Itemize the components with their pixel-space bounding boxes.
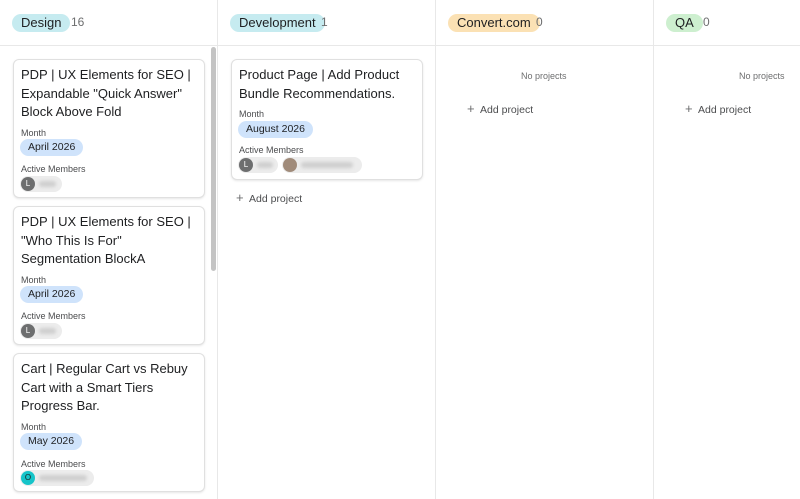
active-members-label: Active Members [239,145,304,155]
member-name-redacted [39,475,87,481]
avatar: L [21,324,35,338]
add-project-button[interactable]: + Add project [685,101,751,116]
column-development: Development 1 Product Page | Add Product… [218,0,436,499]
avatar: L [239,158,253,172]
member-chip[interactable]: L [20,176,62,192]
month-label: Month [21,422,47,432]
project-card[interactable]: PDP | UX Elements for SEO | Expandable "… [13,59,205,198]
board: Design 16 PDP | UX Elements for SEO | Ex… [0,0,800,499]
no-projects-text: No projects [521,71,567,81]
add-project-button[interactable]: + Add project [236,190,302,205]
column-title-convert[interactable]: Convert.com [448,14,540,32]
project-card[interactable]: Product Page | Add Product Bundle Recomm… [231,59,423,180]
member-chip[interactable] [282,157,362,173]
member-name-redacted [39,328,56,334]
member-name-redacted [257,162,273,168]
column-count-design: 16 [71,15,85,29]
active-members: L [238,157,368,173]
month-label: Month [21,128,47,138]
card-title: Product Page | Add Product Bundle Recomm… [239,67,400,101]
project-card[interactable]: Cart | Regular Cart vs Rebuy Cart with a… [13,353,205,492]
member-chip[interactable]: L [238,157,278,173]
avatar-photo [283,158,297,172]
active-members-label: Active Members [21,459,86,469]
month-pill: April 2026 [20,139,84,156]
column-convert: Convert.com 0 No projects + Add project [436,0,654,499]
card-title: Cart | Regular Cart vs Rebuy Cart with a… [21,361,188,413]
add-project-label: Add project [249,193,303,205]
month-label: Month [21,275,47,285]
column-count-qa: 0 [703,15,710,29]
month-pill: May 2026 [20,433,83,450]
add-project-label: Add project [480,104,534,116]
column-count-convert: 0 [536,15,543,29]
member-name-redacted [39,181,56,187]
active-members: L [20,176,70,192]
month-pill: August 2026 [238,121,313,138]
card-title: PDP | UX Elements for SEO | Expandable "… [21,67,191,119]
active-members-label: Active Members [21,164,86,174]
avatar: O [21,471,35,485]
active-members-label: Active Members [21,311,86,321]
column-design: Design 16 PDP | UX Elements for SEO | Ex… [0,0,218,499]
member-chip[interactable]: L [20,323,62,339]
active-members: L [20,323,70,339]
column-header-convert: Convert.com 0 [436,0,653,46]
add-project-label: Add project [698,104,752,116]
month-pill: April 2026 [20,286,84,303]
column-title-qa[interactable]: QA [666,14,703,32]
column-title-design[interactable]: Design [12,14,71,32]
no-projects-text: No projects [739,71,785,81]
column-count-development: 1 [321,15,328,29]
column-header-development: Development 1 [218,0,435,46]
project-card[interactable]: PDP | UX Elements for SEO | "Who This Is… [13,206,205,345]
plus-icon: + [236,190,244,205]
column-title-development[interactable]: Development [230,14,325,32]
column-header-design: Design 16 [0,0,217,46]
avatar: L [21,177,35,191]
add-project-button[interactable]: + Add project [467,101,533,116]
member-chip[interactable]: O [20,470,94,486]
plus-icon: + [685,101,693,116]
active-members: O [20,470,100,486]
scrollbar-thumb[interactable] [211,47,216,271]
member-name-redacted [301,162,353,168]
month-label: Month [239,109,265,119]
plus-icon: + [467,101,475,116]
column-qa: QA 0 No projects + Add project [654,0,800,499]
column-header-qa: QA 0 [654,0,800,46]
card-title: PDP | UX Elements for SEO | "Who This Is… [21,214,191,266]
